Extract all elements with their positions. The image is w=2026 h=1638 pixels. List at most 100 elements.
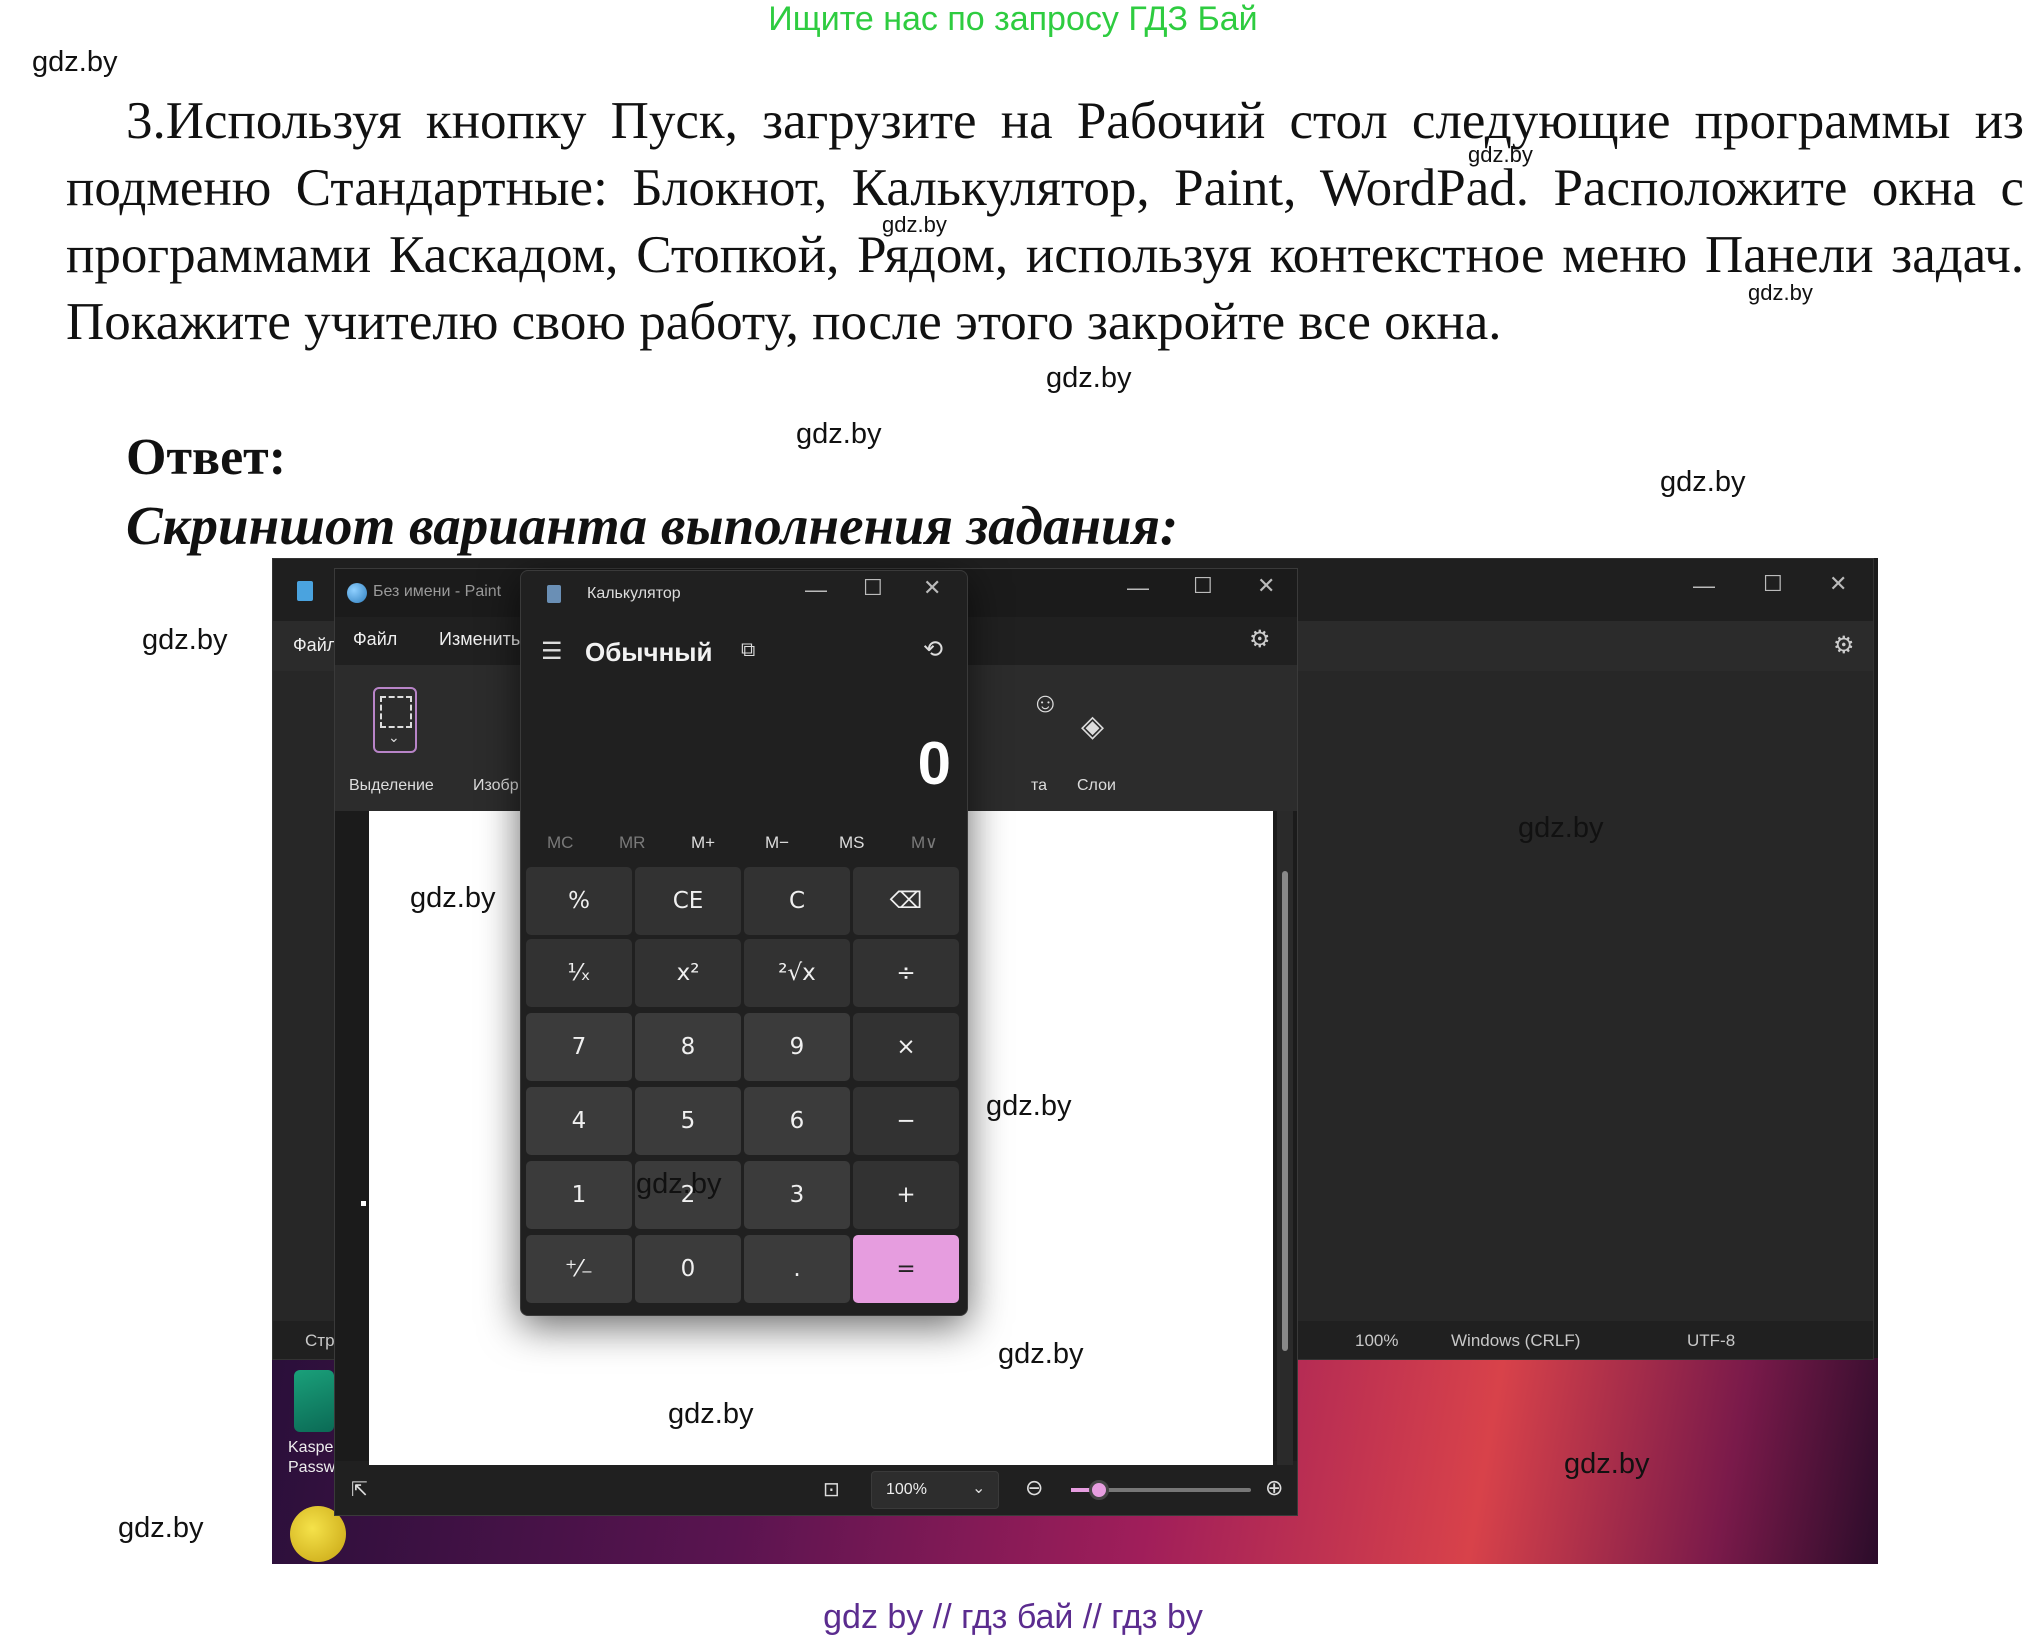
digit-1-button[interactable]: 1 — [526, 1161, 632, 1229]
zoom-slider-thumb[interactable] — [1089, 1480, 1109, 1500]
watermark: gdz.by — [1748, 280, 1813, 305]
zoom-in-icon[interactable]: ⊕ — [1265, 1475, 1283, 1501]
tool-label-image: Изобр — [473, 777, 519, 794]
task-paragraph: 3.Используя кнопку Пуск, загрузите на Ра… — [66, 92, 2024, 351]
digit-9-button[interactable]: 9 — [744, 1013, 850, 1081]
layers-icon[interactable]: ◈ — [1081, 709, 1104, 744]
history-icon[interactable]: ⟲ — [923, 635, 943, 664]
tool-label-layers: Слои — [1077, 777, 1116, 794]
decimal-button[interactable]: . — [744, 1235, 850, 1303]
divide-button[interactable]: ÷ — [853, 939, 959, 1007]
maximize-icon[interactable]: ☐ — [1193, 573, 1213, 599]
memory-clear: MC — [547, 833, 574, 852]
fit-screen-icon[interactable]: ⊡ — [823, 1477, 840, 1502]
menu-file[interactable]: Файл — [293, 635, 337, 656]
add-button[interactable]: + — [853, 1161, 959, 1229]
watermark: gdz.by — [1046, 362, 1132, 394]
paint-app-icon — [347, 583, 367, 603]
screenshot: Kasper Passw — ☐ ✕ Файл ⚙ Стр 100% Windo… — [272, 558, 1878, 1564]
watermark: gdz.by — [118, 1512, 204, 1544]
maximize-icon[interactable]: ☐ — [1763, 571, 1783, 597]
watermark: gdz.by — [882, 212, 947, 237]
memory-add[interactable]: M+ — [691, 833, 715, 853]
desktop-icon-label[interactable]: Kasper Passw — [288, 1438, 339, 1478]
vertical-scrollbar[interactable] — [1277, 811, 1293, 1477]
paint-menu-file[interactable]: Файл — [353, 629, 397, 650]
status-zoom: 100% — [1355, 1331, 1399, 1350]
multiply-button[interactable]: × — [853, 1013, 959, 1081]
clear-button[interactable]: C — [744, 867, 850, 935]
memory-store[interactable]: MS — [839, 833, 865, 853]
zoom-slider[interactable] — [1071, 1480, 1251, 1500]
close-icon[interactable]: ✕ — [1257, 573, 1275, 599]
paint-statusbar: ⇱ ⊡ 100% ⌄ ⊖ ⊕ — [335, 1465, 1297, 1515]
tool-label-colors: та — [1031, 777, 1048, 794]
status-eol: Windows (CRLF) — [1451, 1331, 1581, 1350]
watermark: gdz.by — [1660, 466, 1746, 498]
answer-label: Ответ: — [126, 429, 287, 486]
zoom-out-icon[interactable]: ⊖ — [1025, 1475, 1043, 1501]
chevron-down-icon: ⌄ — [972, 1480, 986, 1497]
chevron-down-icon: ⌄ — [388, 729, 400, 745]
memory-list: M∨ — [911, 833, 938, 852]
cursor-icon: ⇱ — [351, 1479, 368, 1501]
digit-8-button[interactable]: 8 — [635, 1013, 741, 1081]
kaspersky-password-icon[interactable] — [294, 1370, 334, 1432]
clear-entry-button[interactable]: CE — [635, 867, 741, 935]
selection-rect-icon — [380, 696, 412, 728]
selection-tool-icon[interactable]: ⌄ — [373, 687, 417, 753]
gear-icon[interactable]: ⚙ — [1249, 625, 1271, 654]
minimize-icon[interactable]: — — [1127, 575, 1149, 601]
digit-5-button[interactable]: 5 — [635, 1087, 741, 1155]
paint-menu-edit[interactable]: Изменить — [439, 629, 520, 650]
hamburger-menu-icon[interactable]: ☰ — [541, 637, 563, 666]
desktop-icon-label-line: Kasper — [288, 1439, 339, 1456]
calculator-mode: Обычный — [585, 637, 713, 667]
negate-button[interactable]: ⁺⁄₋ — [526, 1235, 632, 1303]
calculator-display: 0 — [917, 730, 951, 797]
keep-on-top-icon[interactable]: ⧉ — [741, 639, 755, 662]
square-button[interactable]: x² — [635, 939, 741, 1007]
subtract-button[interactable]: − — [853, 1087, 959, 1155]
digit-7-button[interactable]: 7 — [526, 1013, 632, 1081]
watermark: gdz.by — [636, 1168, 722, 1200]
palette-icon[interactable]: ☺ — [1031, 687, 1060, 719]
watermark: gdz.by — [1518, 812, 1604, 844]
zoom-select[interactable]: 100% ⌄ — [871, 1471, 999, 1509]
calculator-window[interactable]: Калькулятор — ☐ ✕ ☰ Обычный ⧉ ⟲ 0 MC MR … — [520, 570, 968, 1316]
tool-label-select: Выделение — [349, 777, 434, 794]
paint-title: Без имени - Paint — [373, 583, 502, 600]
scrollbar-thumb[interactable] — [1282, 871, 1288, 1351]
top-banner: Ищите нас по запросу ГДЗ Бай — [768, 0, 1258, 38]
task-text: 3.Используя кнопку Пуск, загрузите на Ра… — [66, 88, 2024, 356]
zoom-value: 100% — [886, 1481, 927, 1498]
close-icon[interactable]: ✕ — [1829, 571, 1847, 597]
digit-0-button[interactable]: 0 — [635, 1235, 741, 1303]
minimize-icon[interactable]: — — [1693, 573, 1715, 599]
footer: gdz by // гдз бай // гдз by — [823, 1598, 1203, 1636]
status-encoding: UTF-8 — [1687, 1331, 1736, 1350]
watermark: gdz.by — [668, 1398, 754, 1430]
gear-icon[interactable]: ⚙ — [1833, 631, 1855, 660]
screenshot-caption: Скриншот варианта выполнения задания: — [126, 495, 1179, 556]
backspace-button[interactable]: ⌫ — [853, 867, 959, 935]
minimize-icon[interactable]: — — [805, 577, 827, 603]
status-line: Стр — [305, 1331, 335, 1350]
watermark: gdz.by — [410, 882, 496, 914]
maximize-icon[interactable]: ☐ — [863, 575, 883, 601]
digit-6-button[interactable]: 6 — [744, 1087, 850, 1155]
memory-recall: MR — [619, 833, 646, 852]
equals-button[interactable]: = — [853, 1235, 959, 1303]
desktop-icon-label-line: Passw — [288, 1459, 336, 1476]
memory-subtract[interactable]: M− — [765, 833, 789, 853]
digit-4-button[interactable]: 4 — [526, 1087, 632, 1155]
watermark: gdz.by — [1564, 1448, 1650, 1480]
reciprocal-button[interactable]: ¹⁄ₓ — [526, 939, 632, 1007]
notepad-app-icon — [297, 581, 313, 601]
close-icon[interactable]: ✕ — [923, 575, 941, 601]
calculator-title: Калькулятор — [587, 585, 681, 602]
percent-button[interactable]: % — [526, 867, 632, 935]
square-root-button[interactable]: ²√x — [744, 939, 850, 1007]
canvas-handle[interactable] — [361, 1201, 366, 1206]
digit-3-button[interactable]: 3 — [744, 1161, 850, 1229]
